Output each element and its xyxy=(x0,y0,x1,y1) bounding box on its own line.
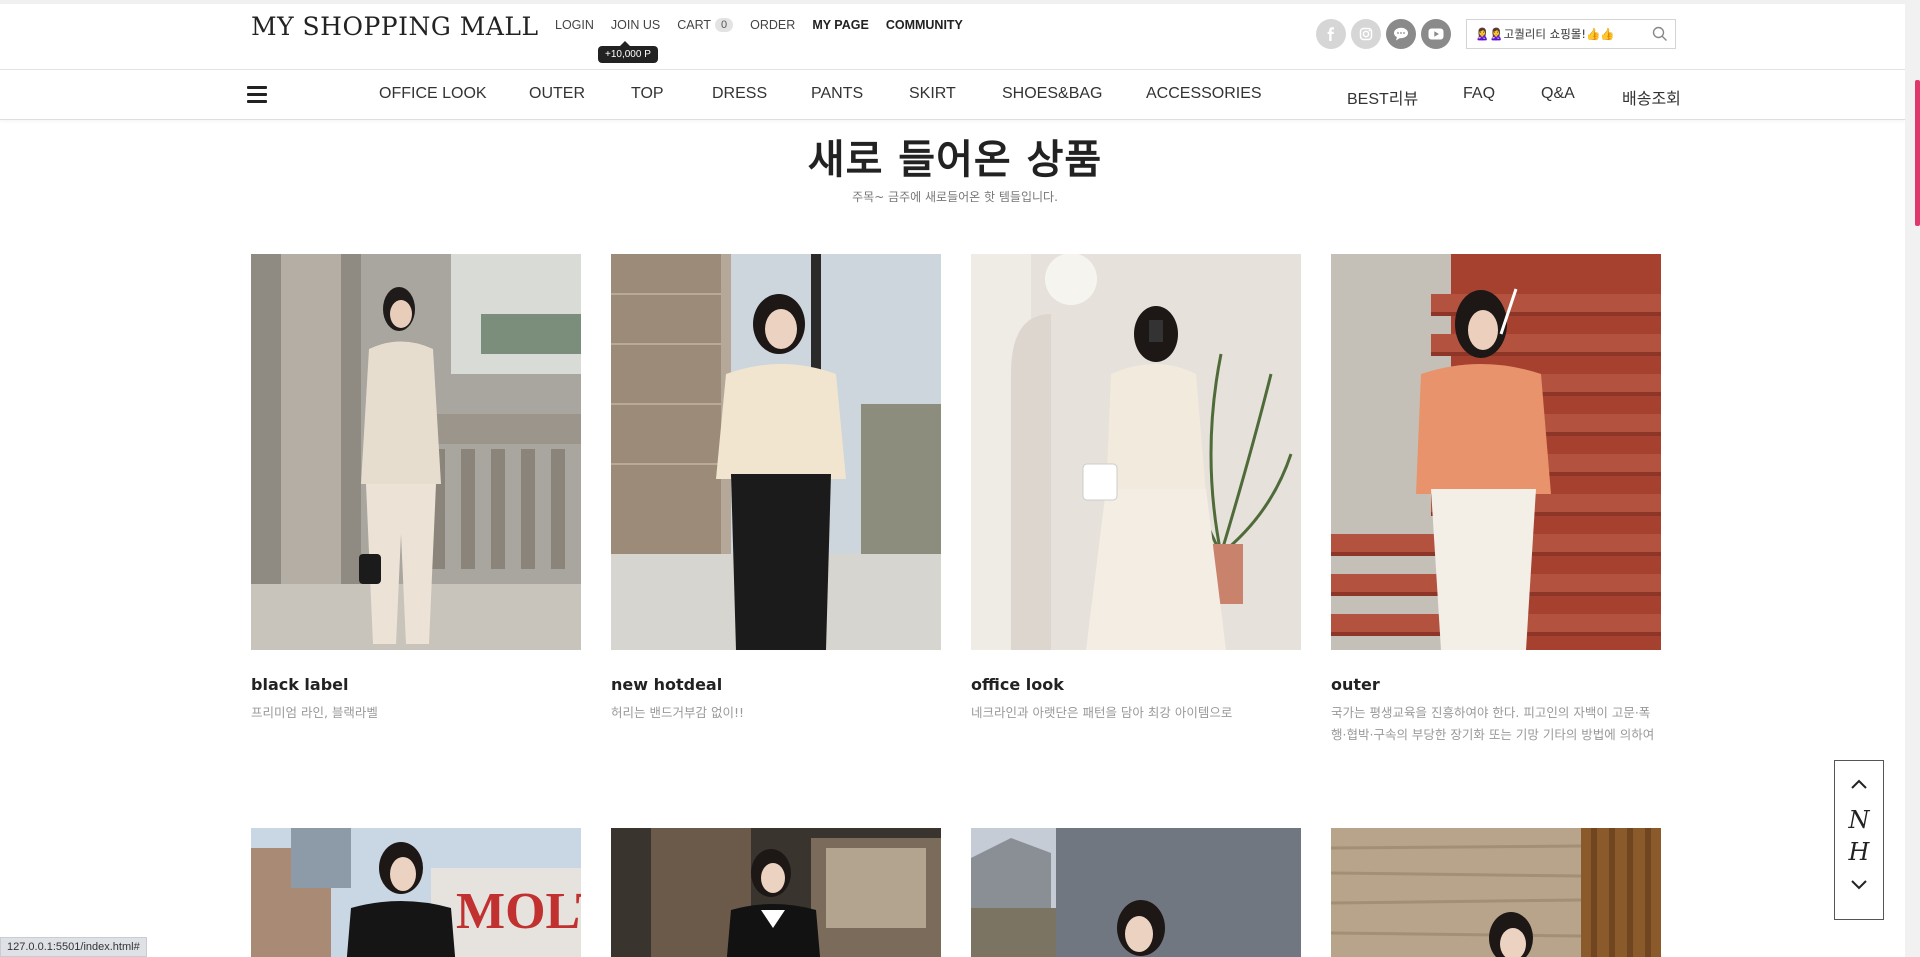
product-image[interactable] xyxy=(251,254,581,650)
search-input[interactable] xyxy=(1475,27,1645,41)
product-card[interactable]: outer 국가는 평생교육을 진흥하여야 한다. 피고인의 자백이 고문·폭행… xyxy=(1331,254,1661,746)
section-title: 새로 들어온 상품 xyxy=(807,137,1103,183)
mypage-label: MY PAGE xyxy=(812,18,869,32)
product-image[interactable] xyxy=(1331,828,1661,957)
svg-text:MOLT: MOLT xyxy=(456,883,581,940)
product-image[interactable] xyxy=(1331,254,1661,650)
nav-item-office-look[interactable]: OFFICE LOOK xyxy=(379,85,487,103)
product-desc: 국가는 평생교육을 진흥하여야 한다. 피고인의 자백이 고문·폭행·협박·구속… xyxy=(1331,705,1655,742)
product-name[interactable]: outer xyxy=(1331,675,1661,694)
nav-item-faq[interactable]: FAQ xyxy=(1463,85,1495,103)
community-link[interactable]: COMMUNITY xyxy=(886,18,963,32)
nav-item-shoes-bag[interactable]: SHOES&BAG xyxy=(1002,85,1102,103)
product-card[interactable]: MOLT xyxy=(251,828,581,957)
product-card[interactable] xyxy=(1331,828,1661,957)
quick-nav-widget: N H xyxy=(1834,760,1884,920)
login-link[interactable]: LOGIN xyxy=(555,18,594,32)
scrollbar-thumb[interactable] xyxy=(1915,80,1920,226)
nav-item-outer[interactable]: OUTER xyxy=(529,85,585,103)
cart-label: CART xyxy=(677,18,712,32)
join-points-tooltip: +10,000 P xyxy=(598,41,658,63)
product-name[interactable]: office look xyxy=(971,675,1301,694)
order-label: ORDER xyxy=(750,18,796,32)
section-subtitle: 주목~ 금주에 새로들어온 핫 템들입니다. xyxy=(852,190,1058,204)
product-image[interactable]: MOLT xyxy=(251,828,581,957)
nav-item-top[interactable]: TOP xyxy=(631,85,664,103)
product-image[interactable] xyxy=(971,828,1301,957)
top-header: MY SHOPPING MALL LOGIN JOIN US CART 0 ORD… xyxy=(0,0,1905,70)
widget-letter-h[interactable]: H xyxy=(1835,838,1883,866)
product-card[interactable] xyxy=(971,828,1301,957)
search-box xyxy=(1466,19,1676,49)
nav-item-qna[interactable]: Q&A xyxy=(1541,85,1575,103)
product-image[interactable] xyxy=(971,254,1301,650)
login-label: LOGIN xyxy=(555,18,594,32)
facebook-icon[interactable] xyxy=(1316,19,1346,49)
cart-count-badge: 0 xyxy=(715,18,734,32)
kakao-talk-icon[interactable] xyxy=(1386,19,1416,49)
nav-item-accessories[interactable]: ACCESSORIES xyxy=(1146,85,1262,103)
product-card[interactable]: black label 프리미엄 라인, 블랙라벨 xyxy=(251,254,581,724)
site-logo[interactable]: MY SHOPPING MALL xyxy=(251,12,539,41)
nav-item-dress[interactable]: DRESS xyxy=(712,85,767,103)
browser-status-url: 127.0.0.1:5501/index.html# xyxy=(0,937,147,957)
category-nav: OFFICE LOOK OUTER TOP DRESS PANTS SKIRT … xyxy=(0,70,1905,120)
scroll-down-icon[interactable] xyxy=(1835,876,1883,895)
product-desc: 프리미엄 라인, 블랙라벨 xyxy=(251,705,378,720)
nav-item-pants[interactable]: PANTS xyxy=(811,85,863,103)
scroll-top-icon[interactable] xyxy=(1835,775,1883,794)
product-card[interactable]: new hotdeal 허리는 밴드거부감 없이!! xyxy=(611,254,941,724)
page-scrollbar[interactable] xyxy=(1905,0,1920,957)
product-name[interactable]: new hotdeal xyxy=(611,675,941,694)
product-card[interactable]: office look 네크라인과 아랫단은 패턴을 담아 최강 아이템으로 xyxy=(971,254,1301,724)
community-label: COMMUNITY xyxy=(885,18,963,32)
order-link[interactable]: ORDER xyxy=(750,18,795,32)
widget-letter-n[interactable]: N xyxy=(1835,806,1883,834)
menu-icon[interactable] xyxy=(247,86,267,104)
social-links xyxy=(1316,19,1451,49)
top-links: LOGIN JOIN US CART 0 ORDER MY PAGE COMMUN… xyxy=(555,18,980,32)
search-icon[interactable] xyxy=(1652,26,1668,46)
cart-link[interactable]: CART 0 xyxy=(677,18,734,32)
product-card[interactable] xyxy=(611,828,941,957)
nav-item-delivery[interactable]: 배송조회 xyxy=(1622,85,1681,109)
mypage-link[interactable]: MY PAGE xyxy=(812,18,869,32)
nav-item-best-review[interactable]: BEST리뷰 xyxy=(1347,85,1418,109)
product-desc: 허리는 밴드거부감 없이!! xyxy=(611,705,744,720)
join-label: JOIN US xyxy=(610,18,661,32)
youtube-icon[interactable] xyxy=(1421,19,1451,49)
product-name[interactable]: black label xyxy=(251,675,581,694)
product-image[interactable] xyxy=(611,254,941,650)
join-link[interactable]: JOIN US xyxy=(611,18,660,32)
nav-item-skirt[interactable]: SKIRT xyxy=(909,85,956,103)
product-desc: 네크라인과 아랫단은 패턴을 담아 최강 아이템으로 xyxy=(971,705,1233,720)
product-image[interactable] xyxy=(611,828,941,957)
instagram-icon[interactable] xyxy=(1351,19,1381,49)
